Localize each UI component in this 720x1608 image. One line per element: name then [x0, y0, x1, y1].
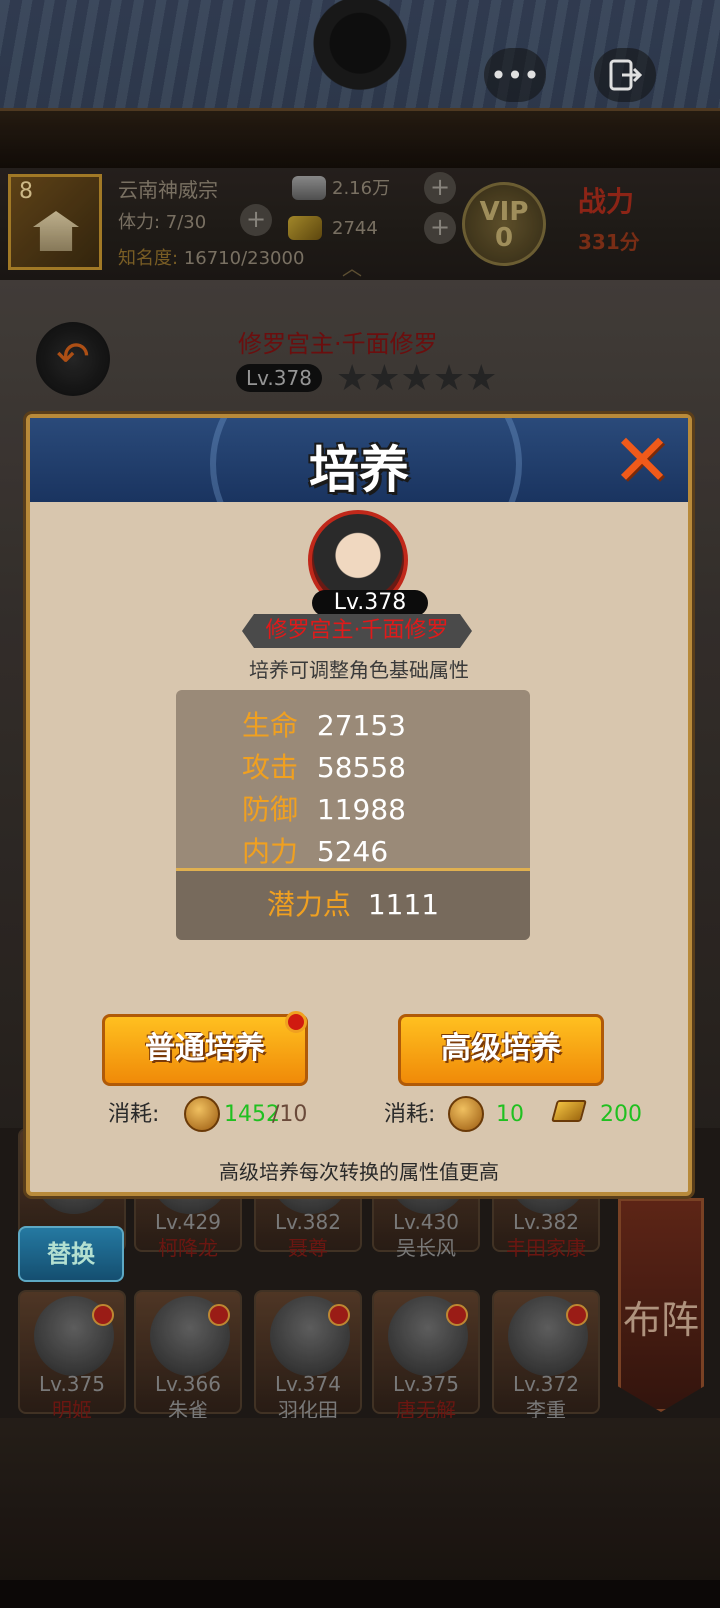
dialog-footer-tip: 高级培养每次转换的属性值更高 — [219, 1160, 499, 1184]
hero-avatar-level: Lv.378 — [312, 590, 428, 616]
cultivate-dialog: 培养 ✕ Lv.378 修罗宫主·千面修罗 培养可调整角色基础属性 生命 271… — [26, 414, 692, 1196]
stat-hp: 生命 27153 — [242, 704, 406, 744]
normal-cultivate-label: 普通培养 — [145, 1031, 265, 1066]
dialog-header: 培养 — [30, 418, 688, 502]
potential-value: 1111 — [367, 888, 440, 921]
potential-label: 潜力点 — [266, 888, 351, 921]
normal-cost-label: 消耗: — [108, 1102, 160, 1127]
stat-label: 攻击 — [242, 751, 299, 784]
gold-ingot-icon — [551, 1100, 587, 1122]
stat-label: 内力 — [242, 835, 299, 868]
close-button[interactable]: ✕ — [606, 424, 678, 496]
stat-attack: 攻击 58558 — [242, 746, 406, 786]
advanced-cost-label: 消耗: — [384, 1102, 436, 1127]
hero-name-plate: 修罗宫主·千面修罗 — [242, 614, 472, 648]
stat-value: 58558 — [316, 751, 406, 784]
normal-cost-required: /10 — [272, 1102, 308, 1127]
dialog-subtitle: 培养可调整角色基础属性 — [249, 658, 469, 682]
cultivation-pill-icon — [448, 1096, 484, 1132]
stat-label: 生命 — [242, 709, 299, 742]
stat-defense: 防御 11988 — [242, 788, 406, 828]
dialog-title: 培养 — [309, 441, 409, 499]
normal-cultivate-button[interactable]: 普通培养 — [102, 1011, 308, 1086]
advanced-cost-pill: 10 — [496, 1102, 524, 1127]
advanced-cultivate-button[interactable]: 高级培养 — [398, 1014, 604, 1086]
stats-panel: 生命 27153 攻击 58558 防御 11988 内力 5246 潜力点 1… — [176, 690, 530, 940]
stat-value: 11988 — [316, 793, 406, 826]
stat-value: 27153 — [316, 709, 406, 742]
stat-inner-power: 内力 5246 — [242, 830, 388, 870]
potential-points: 潜力点 1111 — [176, 868, 530, 940]
advanced-cost-gold: 200 — [600, 1102, 642, 1127]
close-x-icon: ✕ — [611, 418, 673, 502]
stat-value: 5246 — [316, 835, 389, 868]
advanced-cultivate-label: 高级培养 — [441, 1031, 561, 1066]
notification-dot — [285, 1011, 307, 1033]
cultivation-pill-icon — [184, 1096, 220, 1132]
stat-label: 防御 — [242, 793, 299, 826]
